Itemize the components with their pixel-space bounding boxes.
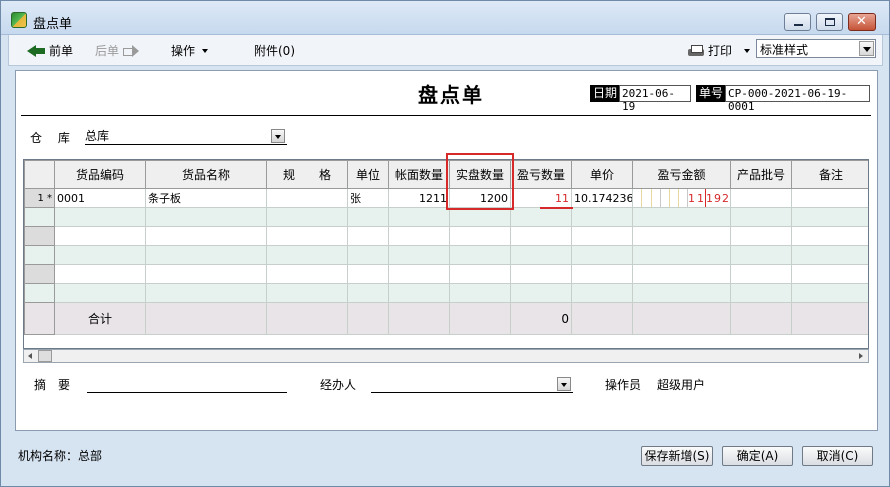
print-button[interactable]: 打印 xyxy=(688,42,751,59)
print-style-select[interactable]: 标准样式 xyxy=(756,39,876,58)
handler-select[interactable] xyxy=(371,375,573,393)
cell-batch[interactable] xyxy=(730,188,792,208)
amount-digit: 1 xyxy=(697,192,704,205)
table-row[interactable] xyxy=(24,283,868,303)
title-divider xyxy=(21,115,871,116)
title-bar: 盘点单 ✕ xyxy=(1,1,889,35)
table-row[interactable] xyxy=(24,226,868,246)
dropdown-arrow-icon[interactable] xyxy=(271,129,285,143)
amount-digit: 1 xyxy=(688,192,697,205)
row-number[interactable]: 1 * xyxy=(24,188,55,208)
operator-value: 超级用户 xyxy=(657,378,706,392)
cell-remark[interactable] xyxy=(791,188,868,208)
next-label: 后单 xyxy=(95,44,120,58)
print-style-value: 标准样式 xyxy=(760,43,809,57)
attachment-button[interactable]: 附件(0) xyxy=(254,42,295,59)
warehouse-select[interactable]: 总库 xyxy=(85,127,287,145)
status-bar: 机构名称：总部 保存新增(S) 确定(A) 取消(C) xyxy=(1,438,889,486)
summary-label: 摘 要 xyxy=(34,378,71,392)
toolbar: 前单 后单 操作 附件(0) 打印 标准样式 xyxy=(8,35,883,66)
row-number[interactable] xyxy=(24,226,55,246)
app-logo-icon xyxy=(11,12,27,28)
row-number[interactable] xyxy=(24,264,55,284)
cell-code[interactable]: 0001 xyxy=(54,188,146,208)
document-panel: 盘点单 日期 2021-06-19 单号 CP-000-2021-06-19-0… xyxy=(15,70,878,431)
warehouse-value: 总库 xyxy=(85,129,110,143)
horizontal-scrollbar[interactable] xyxy=(23,349,869,363)
close-icon: ✕ xyxy=(856,14,867,29)
col-header-name[interactable]: 货品名称 xyxy=(145,160,267,189)
arrow-left-icon xyxy=(27,44,45,57)
maximize-button[interactable] xyxy=(816,13,843,31)
grid-corner xyxy=(24,160,55,189)
scroll-left-icon[interactable] xyxy=(25,350,37,362)
col-header-unit[interactable]: 单位 xyxy=(347,160,389,189)
next-button[interactable]: 后单 xyxy=(95,42,140,59)
cancel-button[interactable]: 取消(C) xyxy=(802,446,873,466)
page-title: 盘点单 xyxy=(418,83,484,107)
summary-field[interactable] xyxy=(87,375,287,393)
operator-label: 操作员 xyxy=(605,378,642,392)
ok-button[interactable]: 确定(A) xyxy=(722,446,793,466)
total-label: 合计 xyxy=(54,302,146,335)
org-name-text: 机构名称：总部 xyxy=(18,449,103,463)
dropdown-arrow-icon[interactable] xyxy=(859,41,874,56)
maximize-icon xyxy=(825,18,835,26)
row-number[interactable] xyxy=(24,283,55,303)
chevron-down-icon[interactable] xyxy=(744,48,751,53)
date-label: 日期 xyxy=(590,85,621,102)
table-row[interactable] xyxy=(24,207,868,227)
printer-icon xyxy=(688,44,704,57)
date-field[interactable]: 2021-06-19 xyxy=(619,85,691,113)
col-header-batch[interactable]: 产品批号 xyxy=(730,160,792,189)
row-number[interactable] xyxy=(24,207,55,227)
doc-number-label: 单号 xyxy=(696,85,727,102)
col-header-spec[interactable]: 规 格 xyxy=(266,160,348,189)
highlight-annotation xyxy=(446,153,514,210)
amount-digit: 9 xyxy=(714,192,721,205)
row-number[interactable] xyxy=(24,245,55,265)
dropdown-arrow-icon[interactable] xyxy=(557,377,571,391)
cell-unit[interactable]: 张 xyxy=(347,188,389,208)
cell-spec[interactable] xyxy=(266,188,348,208)
table-row[interactable] xyxy=(24,264,868,284)
arrow-right-icon xyxy=(123,44,140,57)
col-header-amount[interactable]: 盈亏金额 xyxy=(632,160,731,189)
amount-digit: 2 xyxy=(722,192,729,205)
col-header-code[interactable]: 货品编码 xyxy=(54,160,146,189)
amount-digit: 1 xyxy=(706,192,713,205)
attachment-label: 附件(0) xyxy=(254,44,295,58)
cell-diff-qty[interactable]: 11 xyxy=(510,188,572,208)
col-header-price[interactable]: 单价 xyxy=(571,160,633,189)
total-row: 合计 0 xyxy=(24,302,868,335)
main-window: 盘点单 ✕ 前单 后单 操作 附件(0) 打印 标准样式 盘点单 日期 2021… xyxy=(0,0,890,487)
scroll-thumb[interactable] xyxy=(38,350,52,362)
table-row[interactable] xyxy=(24,245,868,265)
save-new-button[interactable]: 保存新增(S) xyxy=(641,446,713,466)
col-header-remark[interactable]: 备注 xyxy=(791,160,868,189)
cell-book-qty[interactable]: 1211 xyxy=(388,188,450,208)
cell-name[interactable]: 条子板 xyxy=(145,188,267,208)
scroll-right-icon[interactable] xyxy=(855,350,867,362)
doc-number-field[interactable]: CP-000-2021-06-19-0001 xyxy=(725,85,870,113)
print-label: 打印 xyxy=(708,44,733,58)
col-header-diff-qty[interactable]: 盈亏数量 xyxy=(510,160,572,189)
close-button[interactable]: ✕ xyxy=(848,13,876,31)
window-title: 盘点单 xyxy=(33,17,73,32)
prev-label: 前单 xyxy=(49,44,74,58)
cell-price[interactable]: 10.174236 xyxy=(571,188,633,208)
chevron-down-icon xyxy=(202,48,209,53)
prev-button[interactable]: 前单 xyxy=(27,42,73,59)
handler-label: 经办人 xyxy=(320,378,357,392)
col-header-book-qty[interactable]: 帐面数量 xyxy=(388,160,450,189)
minimize-button[interactable] xyxy=(784,13,811,31)
highlight-underline xyxy=(540,207,573,209)
warehouse-label: 仓 库 xyxy=(30,131,70,145)
minimize-icon xyxy=(794,24,803,26)
total-diff-qty: 0 xyxy=(510,302,572,335)
operations-label: 操作 xyxy=(171,44,196,58)
operations-menu[interactable]: 操作 xyxy=(171,42,209,59)
cell-amount[interactable]: 1 1 1 9 2 xyxy=(632,188,731,208)
